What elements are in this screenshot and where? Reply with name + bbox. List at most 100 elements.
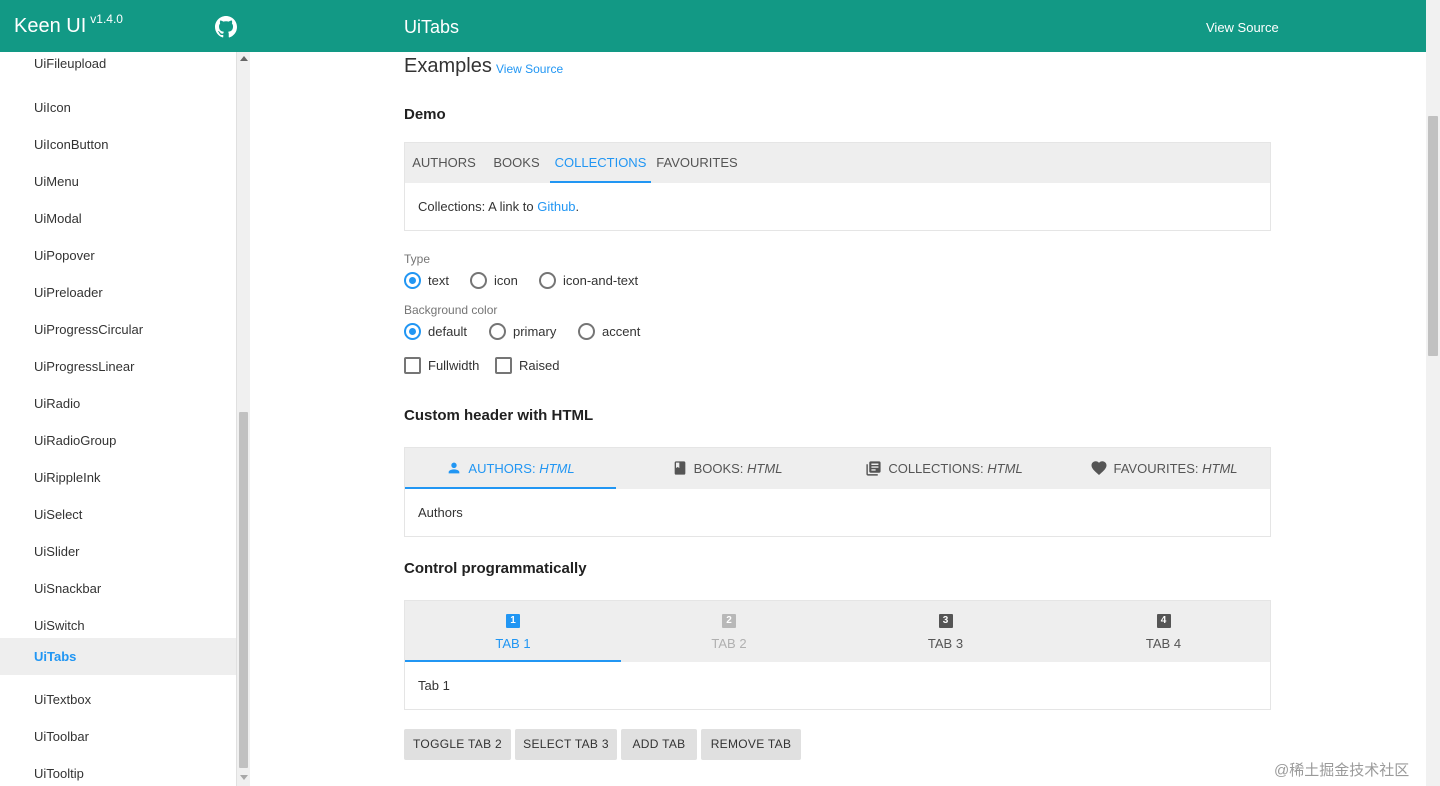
tab-authors[interactable]: AUTHORS	[405, 143, 483, 183]
type-label: Type	[404, 252, 431, 266]
tab-books-html[interactable]: BOOKS: HTML	[619, 448, 835, 489]
tab-label-em: HTML	[987, 461, 1023, 476]
radio-unchecked-icon	[539, 272, 556, 289]
sidebar-item-uiradiogroup[interactable]: UiRadioGroup	[0, 422, 236, 459]
number-2-icon: 2	[722, 614, 736, 628]
version-label: v1.4.0	[90, 12, 123, 26]
control-tabs: 1 TAB 1 2 TAB 2 3 TAB 3 4 TAB 4 Tab 1	[404, 600, 1271, 710]
demo-tab-panel: Collections: A link to Github.	[405, 183, 1270, 230]
custom-tab-bar: AUTHORS: HTML BOOKS: HTML COLLECTIONS: H…	[405, 448, 1270, 489]
checkbox-label: Fullwidth	[428, 358, 480, 373]
control-heading: Control programmatically	[404, 560, 587, 577]
panel-text: Tab 1	[418, 678, 450, 693]
tab-collections-html[interactable]: COLLECTIONS: HTML	[835, 448, 1053, 489]
sidebar-item-uifileupload[interactable]: UiFileupload	[0, 52, 236, 89]
github-icon[interactable]	[215, 16, 237, 38]
tab-label: AUTHORS:	[468, 461, 540, 476]
tab-label: TAB 2	[711, 636, 747, 651]
github-link[interactable]: Github	[537, 199, 575, 214]
panel-text-end: .	[575, 199, 580, 214]
scroll-up-arrow-icon[interactable]	[240, 56, 248, 61]
page-scroll-thumb[interactable]	[1428, 116, 1438, 356]
radio-label: icon	[494, 273, 518, 288]
control-tab-panel: Tab 1	[405, 662, 1270, 709]
sidebar-item-uitooltip[interactable]: UiTooltip	[0, 755, 236, 786]
sidebar-item-uitextbox[interactable]: UiTextbox	[0, 681, 236, 718]
sidebar-item-uitoolbar[interactable]: UiToolbar	[0, 718, 236, 755]
panel-text: Authors	[418, 505, 463, 520]
tab-3[interactable]: 3 TAB 3	[837, 601, 1054, 662]
scroll-down-arrow-icon[interactable]	[240, 775, 248, 780]
checkbox-unchecked-icon	[404, 357, 421, 374]
panel-text: Collections: A link to	[418, 199, 538, 214]
demo-heading: Demo	[404, 106, 446, 123]
checkbox-unchecked-icon	[495, 357, 512, 374]
tab-favourites-html[interactable]: FAVOURITES: HTML	[1055, 448, 1272, 489]
sidebar-item-uirippleink[interactable]: UiRippleInk	[0, 459, 236, 496]
checkbox-label: Raised	[519, 358, 560, 373]
tab-collections[interactable]: COLLECTIONS	[550, 143, 651, 183]
toggle-tab-2-button[interactable]: TOGGLE TAB 2	[404, 729, 511, 760]
sidebar-item-uiprogresslinear[interactable]: UiProgressLinear	[0, 348, 236, 385]
sidebar-item-uiicon[interactable]: UiIcon	[0, 89, 236, 126]
tab-label: FAVOURITES:	[1113, 461, 1203, 476]
examples-view-source-link[interactable]: View Source	[496, 62, 563, 76]
custom-header-tabs: AUTHORS: HTML BOOKS: HTML COLLECTIONS: H…	[404, 447, 1271, 537]
tab-books[interactable]: BOOKS	[485, 143, 548, 183]
sidebar-item-uimodal[interactable]: UiModal	[0, 200, 236, 237]
control-tab-bar: 1 TAB 1 2 TAB 2 3 TAB 3 4 TAB 4	[405, 601, 1270, 662]
tab-label-em: HTML	[747, 461, 783, 476]
radio-label: accent	[602, 324, 641, 339]
tab-label: COLLECTIONS	[554, 155, 647, 170]
sidebar-item-uisnackbar[interactable]: UiSnackbar	[0, 570, 236, 607]
tab-label: AUTHORS	[412, 155, 476, 170]
tab-label: BOOKS	[493, 155, 540, 170]
sidebar-scrollbar[interactable]	[236, 52, 250, 786]
tab-label-em: HTML	[1202, 461, 1238, 476]
sidebar-item-uipopover[interactable]: UiPopover	[0, 237, 236, 274]
heart-icon	[1091, 461, 1106, 476]
page-scrollbar[interactable]	[1426, 0, 1440, 786]
sidebar-item-uiiconbutton[interactable]: UiIconButton	[0, 126, 236, 163]
add-tab-button[interactable]: ADD TAB	[621, 729, 697, 760]
custom-tab-panel: Authors	[405, 489, 1270, 536]
tab-authors-html[interactable]: AUTHORS: HTML	[405, 448, 616, 489]
background-color-label: Background color	[404, 303, 498, 317]
remove-tab-button[interactable]: REMOVE TAB	[701, 729, 801, 760]
main-content: Examples View Source Demo AUTHORS BOOKS …	[404, 0, 1272, 786]
sidebar-item-uipreloader[interactable]: UiPreloader	[0, 274, 236, 311]
examples-heading: Examples	[404, 55, 492, 77]
sidebar: UiFileupload UiIcon UiIconButton UiMenu …	[0, 52, 236, 786]
radio-label: primary	[513, 324, 557, 339]
sidebar-item-uiradio[interactable]: UiRadio	[0, 385, 236, 422]
sidebar-item-uislider[interactable]: UiSlider	[0, 533, 236, 570]
watermark: @稀土掘金技术社区	[1274, 762, 1410, 779]
brand[interactable]: Keen UI v1.4.0	[14, 12, 123, 38]
sidebar-item-uiprogresscircular[interactable]: UiProgressCircular	[0, 311, 236, 348]
library-books-icon	[866, 460, 881, 476]
tab-favourites[interactable]: FAVOURITES	[653, 143, 741, 183]
radio-checked-icon	[404, 323, 421, 340]
number-4-icon: 4	[1156, 614, 1171, 628]
select-tab-3-button[interactable]: SELECT TAB 3	[515, 729, 617, 760]
demo-tabs: AUTHORS BOOKS COLLECTIONS FAVOURITES Col…	[404, 142, 1271, 231]
radio-unchecked-icon	[470, 272, 487, 289]
tab-4[interactable]: 4 TAB 4	[1055, 601, 1272, 662]
number-1-icon: 1	[506, 614, 520, 628]
radio-label: default	[428, 324, 468, 339]
tab-1[interactable]: 1 TAB 1	[405, 601, 621, 662]
sidebar-item-uimenu[interactable]: UiMenu	[0, 163, 236, 200]
demo-tab-bar: AUTHORS BOOKS COLLECTIONS FAVOURITES	[405, 143, 1270, 183]
person-icon	[449, 462, 460, 474]
sidebar-item-uitabs[interactable]: UiTabs	[0, 638, 236, 675]
number-3-icon: 3	[938, 614, 953, 628]
sidebar-scroll-thumb[interactable]	[239, 412, 248, 768]
tab-label: FAVOURITES	[656, 155, 738, 170]
sidebar-item-uiselect[interactable]: UiSelect	[0, 496, 236, 533]
tab-label: TAB 4	[1145, 636, 1182, 651]
radio-label: icon-and-text	[563, 273, 639, 288]
tab-label: BOOKS:	[693, 461, 748, 476]
brand-name: Keen UI	[14, 15, 87, 37]
radio-checked-icon	[404, 272, 421, 289]
tab-label: COLLECTIONS:	[888, 461, 988, 476]
